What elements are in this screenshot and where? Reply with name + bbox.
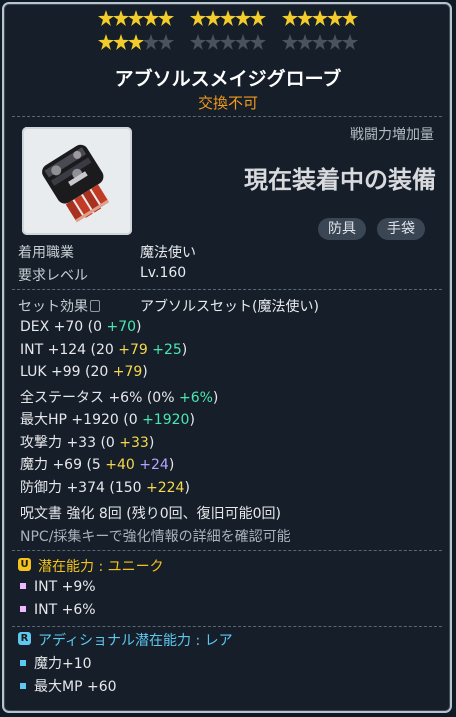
bullet-icon: [20, 683, 26, 689]
stat-name: 防御力: [20, 479, 62, 496]
stat-breakdown: (20 +79 +25): [90, 341, 188, 358]
stat-total: +1920: [66, 412, 124, 428]
enhance-info: 呪文書 強化 8回 (残り0回、復旧可能0回): [20, 506, 281, 522]
stat-row: 全ステータス +6% (0% +6%): [20, 387, 218, 407]
set-effect-row: セット効果: [18, 296, 104, 316]
stat-total: +70: [49, 319, 88, 335]
divider: [12, 626, 442, 627]
stat-bonus: +33: [119, 434, 149, 451]
stat-row: INT +124 (20 +79 +25): [20, 342, 187, 358]
stat-name: INT: [20, 341, 44, 358]
stat-name: 魔力: [20, 457, 48, 473]
stat-row: DEX +70 (0 +70): [20, 319, 142, 335]
stat-name: 攻撃力: [20, 434, 62, 451]
lock-icon: [90, 300, 100, 312]
equipped-status: 現在装着中の装備: [244, 166, 436, 194]
stat-name: 最大HP: [20, 412, 67, 428]
stat-bonus: +25: [152, 341, 182, 358]
npc-hint: NPC/採集キーで強化情報の詳細を確認可能: [20, 529, 291, 545]
bullet-icon: [20, 660, 26, 666]
job-label: 着用職業: [18, 245, 74, 261]
stat-bonus: +79: [118, 341, 148, 358]
stat-row: 最大HP +1920 (0 +1920): [20, 409, 195, 429]
stat-total: +69: [48, 457, 87, 473]
stat-breakdown: (0 +70): [87, 319, 142, 335]
stat-total: +33: [62, 434, 101, 451]
additional-line: 最大MP +60: [20, 676, 117, 696]
stat-bonus: +224: [146, 479, 185, 496]
stat-breakdown: (5 +40 +24): [86, 457, 175, 473]
item-icon-frame: [22, 127, 132, 235]
stat-total: +374: [62, 479, 110, 496]
divider: [12, 289, 442, 290]
stat-bonus: +79: [112, 364, 143, 380]
glove-icon: [42, 144, 110, 223]
unique-badge-icon: U: [18, 558, 31, 571]
divider: [12, 116, 442, 117]
level-value: Lv.160: [140, 265, 187, 281]
stat-row: 防御力 +374 (150 +224): [20, 477, 190, 497]
stat-name: DEX: [20, 319, 50, 335]
trade-status: 交換不可: [197, 94, 258, 112]
stat-bonus: +1920: [142, 412, 190, 428]
rare-badge-icon: R: [18, 632, 31, 645]
stat-breakdown: (0 +1920): [123, 412, 195, 428]
tag-category: 防具: [318, 218, 366, 240]
set-effect-value: アブソルスセット(魔法使い): [140, 299, 319, 315]
stat-name: LUK: [20, 364, 47, 380]
stat-bonus: +24: [139, 457, 169, 473]
additional-line: 魔力+10: [20, 653, 92, 673]
combat-power-label: 戦闘力増加量: [350, 127, 434, 143]
tag-subcategory: 手袋: [377, 218, 425, 240]
additional-line-text: 最大MP +60: [34, 679, 117, 695]
potential-line: INT +9%: [20, 579, 96, 595]
stat-bonus: +40: [105, 457, 135, 473]
stat-bonus: +70: [106, 319, 137, 335]
stat-breakdown: (20 +79): [84, 364, 148, 380]
stat-total: +124: [43, 341, 91, 358]
stat-total: +6%: [104, 389, 147, 406]
stat-name: 全ステータス: [20, 389, 104, 406]
stat-breakdown: (0% +6%): [146, 389, 219, 406]
divider: [12, 550, 442, 551]
stat-breakdown: (150 +224): [109, 479, 190, 496]
level-label: 要求レベル: [18, 268, 88, 284]
item-name: アブソルスメイジグローブ: [114, 68, 342, 90]
set-effect-label: セット効果: [18, 299, 88, 315]
stat-row: 魔力 +69 (5 +40 +24): [20, 454, 174, 474]
potential-line-text: INT +6%: [34, 602, 96, 618]
stat-row: LUK +99 (20 +79): [20, 364, 148, 380]
additional-potential-title: アディショナル潜在能力 : レア: [38, 633, 233, 649]
stat-breakdown: (0 +33): [100, 434, 155, 451]
potential-line: INT +6%: [20, 602, 96, 618]
stat-row: 攻撃力 +33 (0 +33): [20, 432, 154, 452]
bullet-icon: [20, 606, 26, 612]
stat-total: +99: [46, 364, 85, 380]
potential-line-text: INT +9%: [34, 579, 96, 595]
additional-line-text: 魔力+10: [34, 656, 92, 672]
potential-title: 潜在能力 : ユニーク: [38, 559, 164, 575]
bullet-icon: [20, 583, 26, 589]
job-value: 魔法使い: [140, 245, 196, 261]
stat-bonus: +6%: [178, 389, 213, 406]
